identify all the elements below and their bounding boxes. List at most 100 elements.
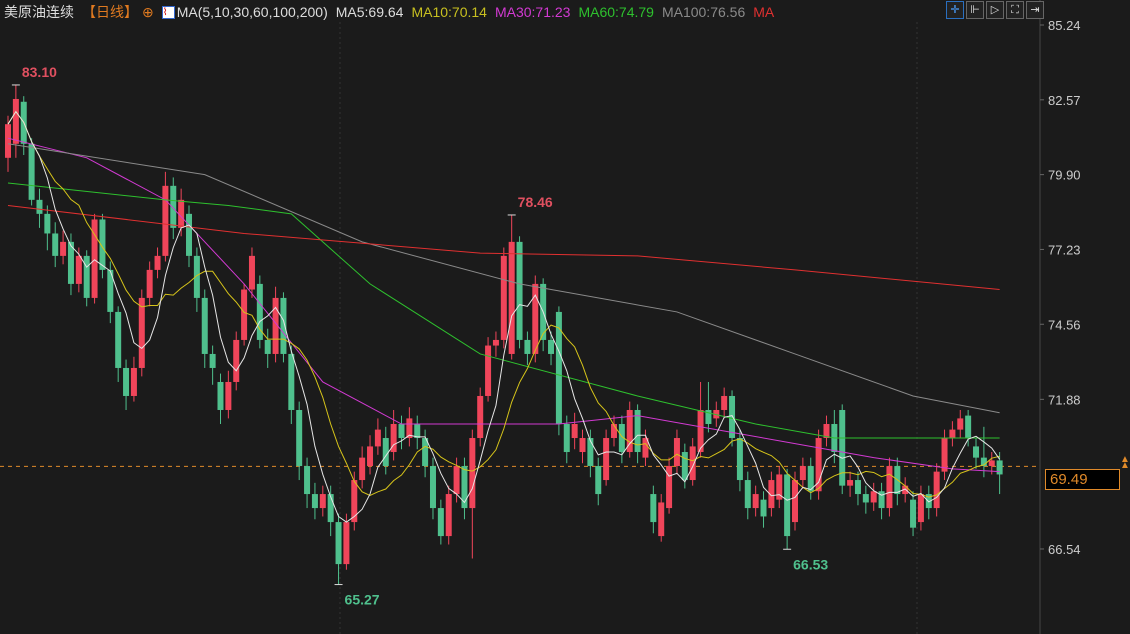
candle-body	[965, 415, 972, 439]
candle-body	[933, 471, 940, 509]
candle-body	[319, 494, 326, 509]
candle-body	[60, 241, 67, 256]
candle-body	[469, 438, 476, 509]
y-tick-label: 74.56	[1048, 317, 1081, 332]
candle-body	[327, 494, 334, 523]
candle-body	[398, 424, 405, 439]
candle-body	[784, 474, 791, 537]
candle-body	[508, 241, 515, 354]
high-label: 78.46	[518, 194, 553, 210]
candle-body	[130, 367, 137, 396]
fullscreen-icon[interactable]: ⛶	[1006, 1, 1024, 19]
candle-body	[83, 255, 90, 298]
candle-body	[681, 452, 688, 481]
candle-body	[854, 480, 861, 495]
candle-body	[382, 438, 389, 467]
candle-body	[12, 98, 19, 144]
ma60-value: MA60:74.79	[578, 4, 654, 20]
candle-body	[839, 409, 846, 486]
low-label: 66.53	[793, 556, 828, 572]
y-tick-label: 66.54	[1048, 542, 1081, 557]
candle-body	[815, 438, 822, 492]
candle-body	[414, 424, 421, 439]
high-label: 83.10	[22, 64, 57, 80]
scroll-up-icon[interactable]: ▲ ▲	[1120, 455, 1130, 471]
candle-body	[658, 502, 665, 537]
candle-body	[154, 255, 161, 270]
candle-body	[296, 409, 303, 467]
candle-body	[343, 522, 350, 565]
candle-body	[752, 494, 759, 509]
ma10-value: MA10:70.14	[411, 4, 487, 20]
candle-body	[186, 213, 193, 256]
candle-body	[996, 460, 1003, 475]
y-tick-label: 82.57	[1048, 93, 1081, 108]
candle-body	[170, 185, 177, 228]
candle-body	[492, 339, 499, 346]
y-tick-label: 85.24	[1048, 18, 1081, 33]
candle-body	[760, 499, 767, 517]
exit-icon[interactable]: ⇥	[1026, 1, 1044, 19]
candle-body	[115, 311, 122, 368]
candle-body	[36, 199, 43, 214]
candle-body	[248, 255, 255, 290]
candle-body	[917, 494, 924, 523]
candle-body	[886, 466, 893, 509]
candle-body	[736, 438, 743, 481]
ma30-value: MA30:71.23	[494, 4, 571, 20]
candle-body	[595, 466, 602, 495]
ma-indicator-icon[interactable]: ⌇	[161, 5, 175, 19]
ma100-value: MA100:76.56	[661, 4, 746, 20]
candle-body	[429, 466, 436, 509]
candle-body	[571, 424, 578, 439]
candlestick-chart[interactable]: 85.24 82.57 79.90 77.23 74.56 71.88 66.54 83.10…	[0, 0, 1130, 634]
candle-body	[52, 233, 59, 256]
candle-body	[288, 353, 295, 410]
candle-body	[44, 213, 51, 234]
ma-params[interactable]: MA(5,10,30,60,100,200)	[177, 4, 328, 20]
ma5-value: MA5:69.64	[335, 4, 404, 20]
candle-body	[792, 480, 798, 523]
low-label: 65.27	[345, 592, 380, 608]
candle-body	[201, 297, 208, 354]
candle-body	[445, 494, 452, 537]
candle-body	[359, 457, 366, 481]
zoom-in-icon[interactable]: ⊩	[966, 1, 984, 19]
y-tick-label: 79.90	[1048, 168, 1081, 183]
candle-body	[949, 429, 956, 439]
candle-body	[146, 269, 153, 298]
add-indicator-icon[interactable]: ⊕	[142, 4, 154, 21]
candle-body	[209, 353, 216, 368]
candle-body	[689, 446, 696, 481]
candle-body	[973, 446, 980, 458]
play-icon[interactable]: ▷	[986, 1, 1004, 19]
candle-body	[241, 289, 248, 340]
candle-body	[500, 255, 507, 340]
candle-body	[862, 494, 869, 503]
candle-body	[335, 522, 342, 565]
candle-body	[280, 297, 287, 354]
y-tick-label: 71.88	[1048, 392, 1081, 407]
candle-body	[587, 438, 594, 467]
candle-body	[304, 466, 311, 495]
crosshair-icon[interactable]: ✛	[946, 1, 964, 19]
period-label[interactable]: 【日线】	[82, 2, 138, 22]
chart-header: 美原油连续 【日线】 ⊕ ⌇ MA(5,10,30,60,100,200) MA…	[4, 3, 782, 21]
candle-body	[225, 381, 232, 410]
candle-body	[910, 499, 917, 528]
candle-body	[485, 345, 492, 396]
candle-body	[437, 508, 444, 537]
candle-body	[988, 460, 995, 467]
current-price-label: 69.49	[1045, 469, 1120, 490]
candle-body	[799, 466, 806, 481]
candle-body	[75, 255, 82, 284]
candle-body	[477, 395, 484, 439]
candle-body	[5, 124, 11, 158]
candle-body	[524, 339, 531, 354]
candle-body	[516, 241, 523, 340]
candle-body	[563, 424, 570, 453]
ma200-value: MA	[753, 4, 775, 20]
candle-body	[957, 418, 964, 430]
candle-body	[870, 491, 877, 503]
candle-body	[28, 143, 35, 200]
